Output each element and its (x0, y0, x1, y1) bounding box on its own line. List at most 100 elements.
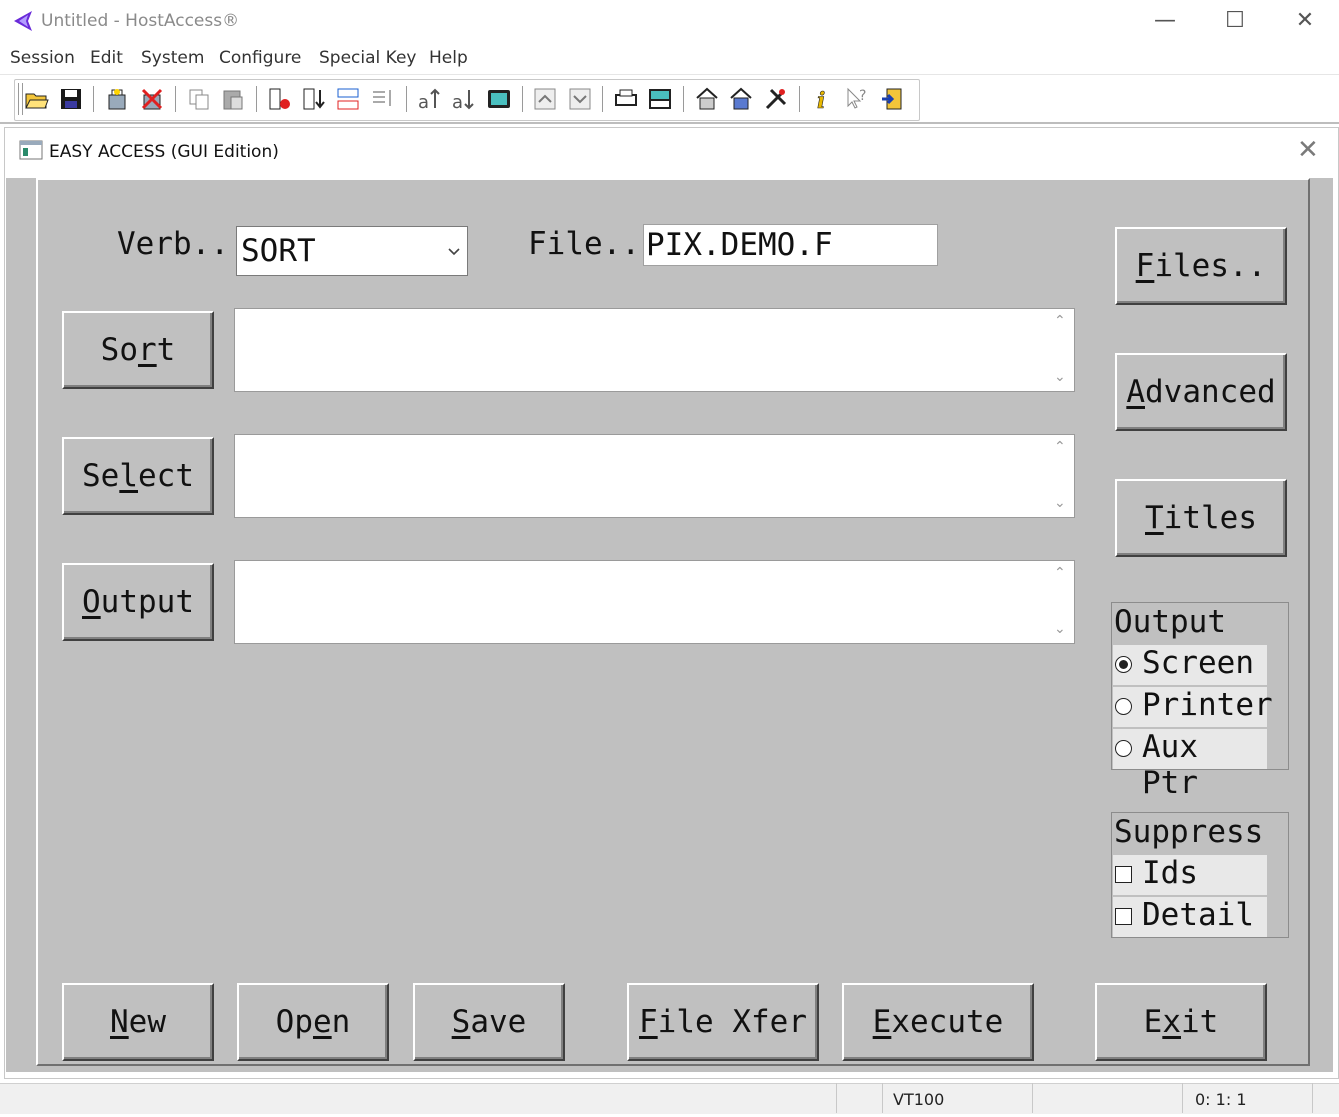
toolbar-separator (256, 86, 257, 112)
svg-text:a: a (418, 92, 429, 112)
context-help-icon[interactable]: ? (844, 86, 870, 112)
suppress-option-ids[interactable]: Ids (1113, 855, 1267, 895)
toolbar-separator (602, 86, 603, 112)
advanced-button[interactable]: Advanced (1115, 353, 1287, 431)
open-folder-icon[interactable] (24, 86, 50, 112)
scroll-down-icon[interactable]: ⌄ (1054, 621, 1066, 637)
file-input-value: PIX.DEMO.F (646, 227, 833, 263)
close-button[interactable]: ✕ (1270, 0, 1339, 42)
svg-text:a: a (452, 92, 463, 112)
output-option-aux-ptr[interactable]: Aux Ptr (1113, 729, 1267, 801)
sort-down-icon[interactable] (301, 86, 327, 112)
save-button[interactable]: Save (413, 983, 565, 1061)
output-option-screen[interactable]: Screen (1113, 645, 1267, 685)
scroll-up-icon[interactable]: ⌃ (1054, 313, 1066, 329)
select-textarea[interactable]: ⌃ ⌄ (234, 434, 1075, 518)
status-cursor-position: 0: 1: 1 (1182, 1083, 1312, 1113)
toolbar-separator (799, 86, 800, 112)
files-button-label: Files.. (1135, 248, 1267, 284)
info-icon[interactable]: i (810, 86, 836, 112)
verb-label: Verb.. (117, 226, 229, 262)
exit-icon[interactable] (879, 86, 905, 112)
menu-session[interactable]: Session (10, 48, 75, 68)
record-icon[interactable] (267, 86, 293, 112)
toolbar-separator (175, 86, 176, 112)
print-icon[interactable] (613, 86, 639, 112)
host-config-icon[interactable] (728, 86, 754, 112)
minimize-icon: — (1154, 8, 1176, 33)
scroll-down-icon[interactable]: ⌄ (1054, 495, 1066, 511)
new-button-label: New (110, 1004, 166, 1040)
checkbox-icon[interactable] (1115, 908, 1132, 925)
toolbar-separator (522, 86, 523, 112)
execute-button[interactable]: Execute (842, 983, 1034, 1061)
execute-button-label: Execute (872, 1004, 1004, 1040)
tools-icon[interactable] (763, 86, 789, 112)
menu-help[interactable]: Help (429, 48, 468, 68)
radio-unselected-icon[interactable] (1115, 740, 1132, 757)
scroll-up-icon[interactable]: ⌃ (1054, 439, 1066, 455)
close-icon: ✕ (1295, 8, 1315, 33)
file-input[interactable]: PIX.DEMO.F (643, 224, 938, 266)
toolbar-separator (93, 86, 94, 112)
status-cell-empty (836, 1083, 883, 1113)
suppress-option-label: Detail (1142, 897, 1254, 933)
open-button-label: Open (275, 1004, 351, 1040)
exit-button-label: Exit (1143, 1004, 1219, 1040)
radio-selected-icon[interactable] (1115, 656, 1132, 673)
output-button[interactable]: Output (62, 563, 214, 641)
download-text-icon[interactable]: a (450, 86, 476, 112)
paste-icon[interactable] (220, 86, 246, 112)
menu-special-key[interactable]: Special Key (319, 48, 416, 68)
scroll-down-icon[interactable]: ⌄ (1054, 369, 1066, 385)
files-button[interactable]: Files.. (1115, 227, 1287, 305)
transfer-icon[interactable] (335, 86, 361, 112)
toolbar-separator (683, 86, 684, 112)
print-screen-icon[interactable] (647, 86, 673, 112)
chevron-down-icon (448, 248, 460, 256)
output-textarea[interactable]: ⌃ ⌄ (234, 560, 1075, 644)
checkbox-icon[interactable] (1115, 866, 1132, 883)
output-option-label: Printer (1142, 687, 1273, 723)
suppress-option-detail[interactable]: Detail (1113, 897, 1267, 937)
menu-system[interactable]: System (141, 48, 204, 68)
screen-icon[interactable] (486, 86, 512, 112)
page-up-icon[interactable] (532, 86, 558, 112)
upload-text-icon[interactable]: a (416, 86, 442, 112)
disconnect-icon[interactable] (139, 86, 165, 112)
save-button-label: Save (451, 1004, 527, 1040)
scroll-up-icon[interactable]: ⌃ (1054, 565, 1066, 581)
output-option-printer[interactable]: Printer (1113, 687, 1273, 727)
verb-select[interactable]: SORT (236, 226, 468, 276)
connect-icon[interactable] (104, 86, 130, 112)
inner-window-title: EASY ACCESS (GUI Edition) (49, 142, 279, 162)
advanced-button-label: Advanced (1126, 374, 1276, 410)
output-option-label: Screen (1142, 645, 1254, 681)
menu-configure[interactable]: Configure (219, 48, 301, 68)
resize-grip-icon[interactable] (1312, 1083, 1339, 1113)
copy-icon[interactable] (186, 86, 212, 112)
save-disk-icon[interactable] (58, 86, 84, 112)
maximize-button[interactable]: ☐ (1200, 0, 1270, 42)
toolbar-separator (406, 86, 407, 112)
select-button[interactable]: Select (62, 437, 214, 515)
host-icon[interactable] (694, 86, 720, 112)
open-button[interactable]: Open (237, 983, 389, 1061)
page-down-icon[interactable] (567, 86, 593, 112)
file-xfer-button[interactable]: File Xfer (627, 983, 819, 1061)
sort-textarea[interactable]: ⌃ ⌄ (234, 308, 1075, 392)
status-terminal-type: VT100 (882, 1083, 1032, 1113)
menu-edit[interactable]: Edit (90, 48, 123, 68)
new-button[interactable]: New (62, 983, 214, 1061)
svg-text:?: ? (859, 88, 866, 104)
minimize-button[interactable]: — (1130, 0, 1200, 42)
inner-close-icon[interactable]: ✕ (1297, 135, 1319, 165)
sort-button[interactable]: Sort (62, 311, 214, 389)
sort-list-icon[interactable] (370, 86, 396, 112)
exit-button[interactable]: Exit (1095, 983, 1267, 1061)
titles-button[interactable]: Titles (1115, 479, 1287, 557)
window-title: Untitled - HostAccess® (41, 11, 240, 31)
maximize-icon: ☐ (1225, 8, 1245, 33)
output-button-label: Output (82, 584, 194, 620)
radio-unselected-icon[interactable] (1115, 698, 1132, 715)
